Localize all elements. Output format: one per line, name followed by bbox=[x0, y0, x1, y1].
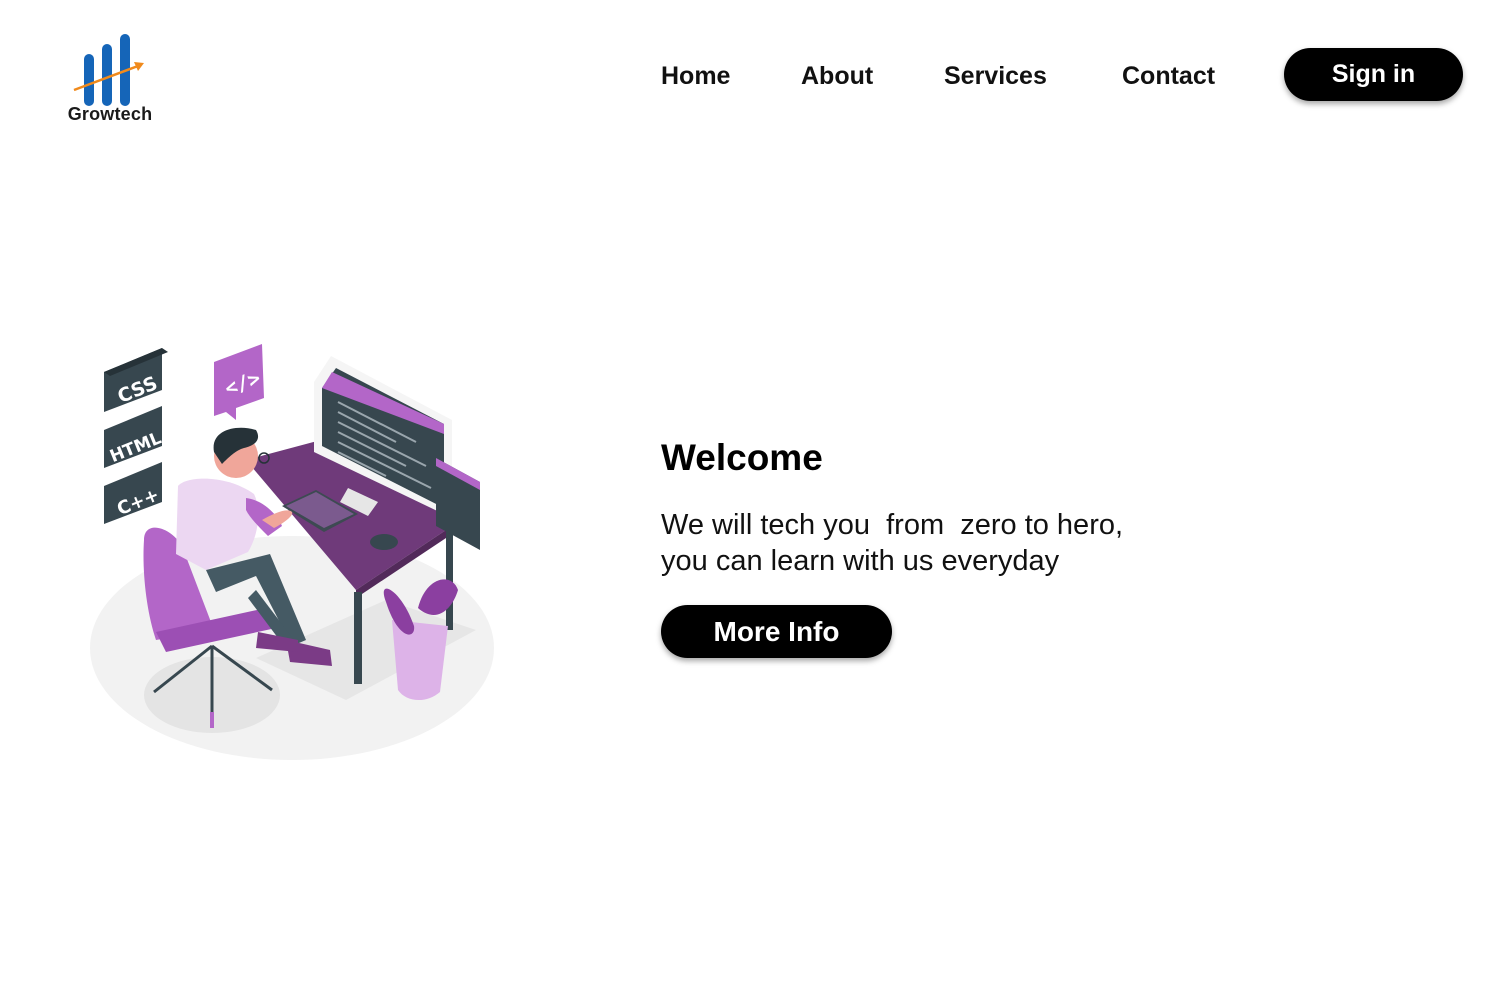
landing-page: Growtech Home About Services Contact Sig… bbox=[0, 0, 1512, 982]
growth-chart-icon bbox=[73, 34, 144, 106]
code-bubble-icon: </> bbox=[214, 344, 264, 420]
brand-logo[interactable]: Growtech bbox=[62, 30, 158, 130]
developer-at-desk-illustration: CSS HTML C++ </> bbox=[90, 344, 494, 760]
hero-description: We will tech you from zero to hero, you … bbox=[661, 507, 1221, 579]
html-tag-icon: HTML bbox=[104, 406, 164, 468]
sign-in-button[interactable]: Sign in bbox=[1284, 48, 1463, 101]
nav-home-link[interactable]: Home bbox=[661, 62, 730, 91]
nav-contact-link[interactable]: Contact bbox=[1122, 62, 1215, 91]
brand-name: Growtech bbox=[67, 104, 153, 124]
css-tag-icon: CSS bbox=[104, 348, 168, 412]
hero-title: Welcome bbox=[661, 437, 823, 478]
cpp-tag-icon: C++ bbox=[104, 462, 162, 524]
more-info-button[interactable]: More Info bbox=[661, 605, 892, 658]
nav-about-link[interactable]: About bbox=[801, 62, 873, 91]
hero-description-line-2: you can learn with us everyday bbox=[661, 545, 1060, 577]
hero-description-line-1: We will tech you from zero to hero, bbox=[661, 509, 1124, 541]
nav-services-link[interactable]: Services bbox=[944, 62, 1047, 91]
